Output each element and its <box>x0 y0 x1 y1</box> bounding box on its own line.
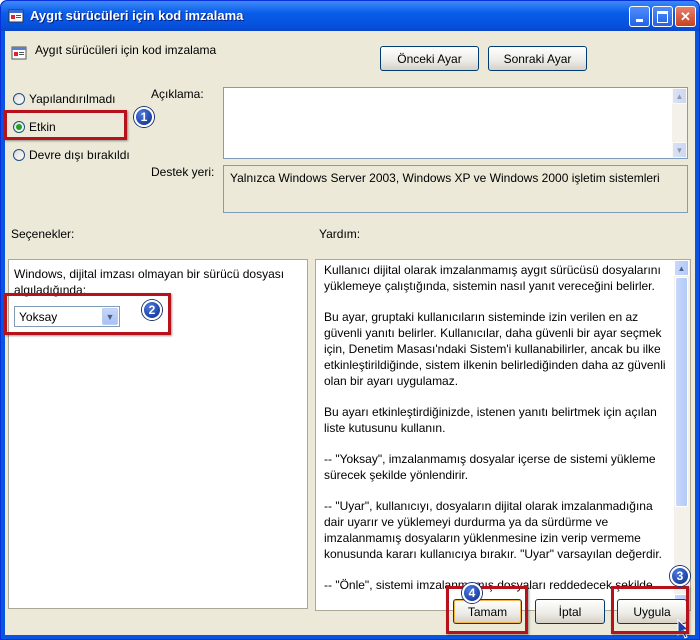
policy-title: Aygıt sürücüleri için kod imzalama <box>35 43 217 57</box>
help-paragraph: -- "Yoksay", imzalanmamış dosyalar içers… <box>324 452 656 482</box>
callout-badge-1: 1 <box>134 107 154 127</box>
supported-box: Yalnızca Windows Server 2003, Windows XP… <box>223 165 688 213</box>
callout-enabled-highlight <box>4 110 127 140</box>
radio-not-configured-label[interactable]: Yapılandırılmadı <box>29 92 116 106</box>
callout-ok-highlight <box>446 586 528 634</box>
callout-badge-4: 4 <box>462 583 482 603</box>
scroll-up-icon[interactable]: ▲ <box>674 260 689 276</box>
previous-setting-button[interactable]: Önceki Ayar <box>380 46 479 71</box>
close-button[interactable]: ✕ <box>675 6 696 27</box>
description-box[interactable]: ▲ ▼ <box>223 87 688 159</box>
options-label: Seçenekler: <box>11 227 75 241</box>
help-paragraph: -- "Uyar", kullanıcıyı, dosyaların dijit… <box>324 499 663 561</box>
help-scrollbar[interactable]: ▲ ▼ <box>674 260 690 610</box>
cancel-button[interactable]: İptal <box>535 599 605 624</box>
scroll-down-icon[interactable]: ▼ <box>672 142 687 158</box>
maximize-icon <box>657 10 668 23</box>
maximize-button[interactable] <box>652 6 673 27</box>
help-panel: Kullanıcı dijital olarak imzalanmamış ay… <box>315 259 691 611</box>
callout-badge-3: 3 <box>670 566 690 586</box>
minimize-button[interactable] <box>629 6 650 27</box>
scroll-up-icon[interactable]: ▲ <box>672 88 687 104</box>
policy-icon <box>8 9 24 23</box>
description-scrollbar[interactable]: ▲ ▼ <box>672 88 687 158</box>
window-title: Aygıt sürücüleri için kod imzalama <box>30 8 244 23</box>
supported-label: Destek yeri: <box>151 165 215 179</box>
help-label: Yardım: <box>319 227 361 241</box>
help-text: Kullanıcı dijital olarak imzalanmamış ay… <box>324 262 667 608</box>
help-paragraph: Bu ayar, gruptaki kullanıcıların sistemi… <box>324 310 666 388</box>
minimize-icon <box>636 18 643 22</box>
scroll-thumb[interactable] <box>675 277 688 507</box>
callout-badge-2: 2 <box>142 300 162 320</box>
help-paragraph: Kullanıcı dijital olarak imzalanmamış ay… <box>324 263 661 293</box>
radio-disabled-label[interactable]: Devre dışı bırakıldı <box>29 148 130 162</box>
policy-icon <box>11 46 27 60</box>
description-label: Açıklama: <box>151 87 204 101</box>
close-icon: ✕ <box>680 8 691 24</box>
radio-disabled[interactable] <box>13 149 25 161</box>
help-paragraph: Bu ayarı etkinleştirdiğinizde, istenen y… <box>324 405 657 435</box>
callout-apply-highlight <box>611 586 689 634</box>
next-setting-button[interactable]: Sonraki Ayar <box>488 46 587 71</box>
radio-not-configured[interactable] <box>13 93 25 105</box>
supported-text: Yalnızca Windows Server 2003, Windows XP… <box>230 171 660 185</box>
title-bar[interactable]: Aygıt sürücüleri için kod imzalama ✕ <box>1 1 699 31</box>
